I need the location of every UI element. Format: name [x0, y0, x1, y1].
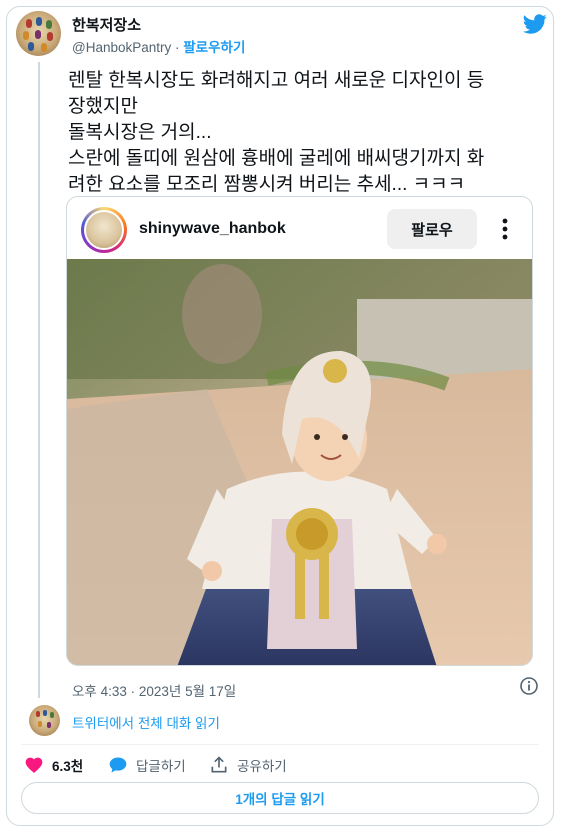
twitter-bird-icon[interactable]	[523, 12, 547, 36]
divider	[21, 744, 539, 745]
read-replies-button[interactable]: 1개의 답글 읽기	[21, 782, 539, 814]
reply-bubble-icon	[109, 757, 127, 773]
thread-avatar[interactable]	[29, 705, 60, 736]
author-avatar[interactable]	[16, 11, 61, 56]
instagram-embed[interactable]: shinywave_hanbok 팔로우	[66, 196, 533, 666]
read-full-conversation-link[interactable]: 트위터에서 전체 대화 읽기	[72, 712, 220, 732]
embed-avatar[interactable]	[81, 207, 127, 253]
embed-username[interactable]: shinywave_hanbok	[139, 220, 286, 238]
heart-icon	[25, 757, 43, 773]
author-name[interactable]: 한복저장소	[72, 14, 141, 35]
follow-link[interactable]: 팔로우하기	[183, 40, 245, 55]
like-count: 6.3천	[52, 759, 84, 774]
info-icon[interactable]	[519, 676, 539, 696]
share-upload-icon	[211, 756, 227, 773]
thread-line	[38, 62, 40, 698]
more-dots-icon[interactable]	[495, 215, 515, 243]
embed-photo[interactable]	[67, 259, 533, 666]
embed-follow-button[interactable]: 팔로우	[387, 209, 477, 249]
tweet-timestamp[interactable]: 오후 4:33 · 2023년 5월 17일	[72, 680, 236, 700]
share-button[interactable]: 공유하기	[209, 754, 287, 776]
separator-dot: ·	[171, 40, 184, 55]
reply-label: 답글하기	[136, 759, 186, 774]
tweet-text: 렌탈 한복시장도 화려해지고 여러 새로운 디자인이 등 장했지만 돌복시장은 …	[68, 70, 485, 195]
author-handle-line: @HanbokPantry · 팔로우하기	[72, 36, 245, 56]
author-handle[interactable]: @HanbokPantry	[72, 40, 171, 55]
reply-button[interactable]: 답글하기	[108, 754, 186, 776]
share-label: 공유하기	[237, 759, 287, 774]
like-button[interactable]: 6.3천	[24, 754, 83, 776]
